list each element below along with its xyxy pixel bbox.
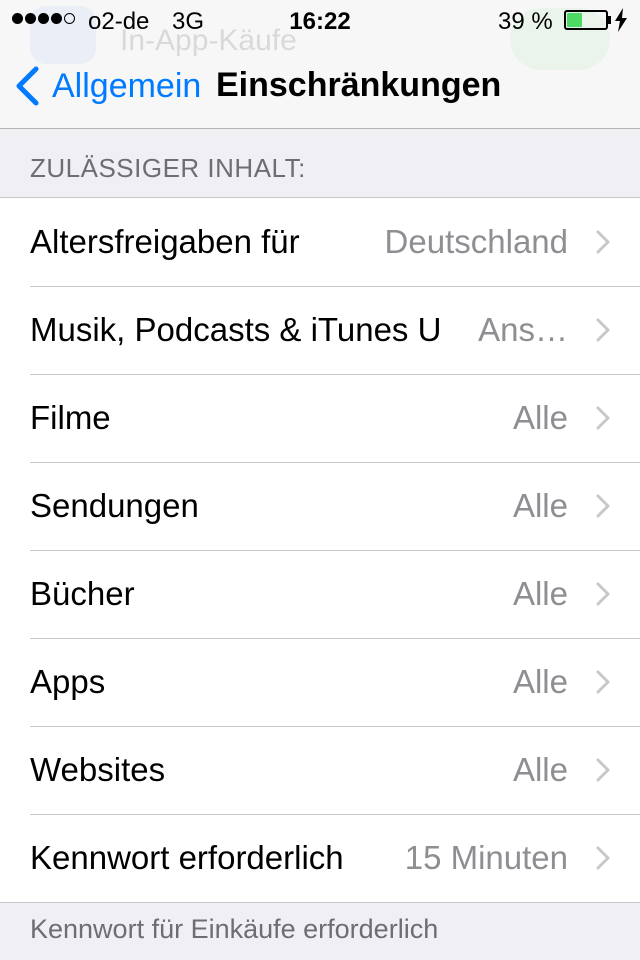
list-item-label: Kennwort erforderlich xyxy=(30,839,344,876)
chevron-left-icon xyxy=(16,66,39,106)
list-item-label: Apps xyxy=(30,663,106,700)
list-item-sendungen[interactable]: Sendungen Alle xyxy=(0,462,640,550)
chevron-right-icon xyxy=(596,846,610,870)
require-password-for-purchases-label: Kennwort für Einkäufe erforderlich xyxy=(30,914,439,944)
list-item-apps[interactable]: Apps Alle xyxy=(0,638,640,726)
list-item-value: Ans… xyxy=(478,311,568,348)
list-item-filme[interactable]: Filme Alle xyxy=(0,374,640,462)
list-item-musik-podcasts-itunes-u[interactable]: Musik, Podcasts & iTunes U Ans… xyxy=(0,286,640,374)
list-item-label: Altersfreigaben für xyxy=(30,223,300,260)
list-item-label: Bücher xyxy=(30,575,135,612)
list-item-buecher[interactable]: Bücher Alle xyxy=(0,550,640,638)
chevron-right-icon xyxy=(596,406,610,430)
list-item-kennwort-erforderlich[interactable]: Kennwort erforderlich 15 Minuten xyxy=(0,814,640,902)
chevron-right-icon xyxy=(596,318,610,342)
list-item-value: Alle xyxy=(512,663,568,700)
lightning-bolt-icon xyxy=(615,8,627,32)
battery-terminal xyxy=(608,16,611,24)
back-button[interactable]: Allgemein xyxy=(14,62,201,110)
chevron-right-icon xyxy=(596,230,610,254)
list-item-label: Sendungen xyxy=(30,487,199,524)
allowed-content-list: Altersfreigaben für Deutschland Musik, Pod… xyxy=(0,197,640,903)
chevron-right-icon xyxy=(596,582,610,606)
chevron-right-icon xyxy=(596,670,610,694)
list-item-websites[interactable]: Websites Alle xyxy=(0,726,640,814)
battery-icon xyxy=(564,10,608,30)
chevron-right-icon xyxy=(596,494,610,518)
list-item-value: Alle xyxy=(512,751,568,788)
navigation-bar: In-App-Käufe o2-de 3G 16:22 39 % Allgeme… xyxy=(0,0,640,129)
page-title: Einschränkungen xyxy=(216,66,502,104)
list-item-label: Filme xyxy=(30,399,111,436)
chevron-right-icon xyxy=(596,758,610,782)
battery-level-fill xyxy=(567,13,582,27)
list-item-value: Alle xyxy=(512,399,568,436)
status-bar: o2-de 3G 16:22 39 % xyxy=(0,0,640,40)
battery-percentage: 39 % xyxy=(498,8,553,35)
list-item-label: Websites xyxy=(30,751,166,788)
list-item-value: 15 Minuten xyxy=(404,839,568,876)
list-item-value: Alle xyxy=(512,575,568,612)
section-header-allowed-content: ZULÄSSIGER INHALT: xyxy=(30,153,306,183)
list-item-altersfreigaben-fuer[interactable]: Altersfreigaben für Deutschland xyxy=(0,198,640,286)
list-item-label: Musik, Podcasts & iTunes U xyxy=(30,311,442,348)
list-item-value: Alle xyxy=(512,487,568,524)
back-button-label: Allgemein xyxy=(52,66,202,105)
list-item-value: Deutschland xyxy=(384,223,568,260)
